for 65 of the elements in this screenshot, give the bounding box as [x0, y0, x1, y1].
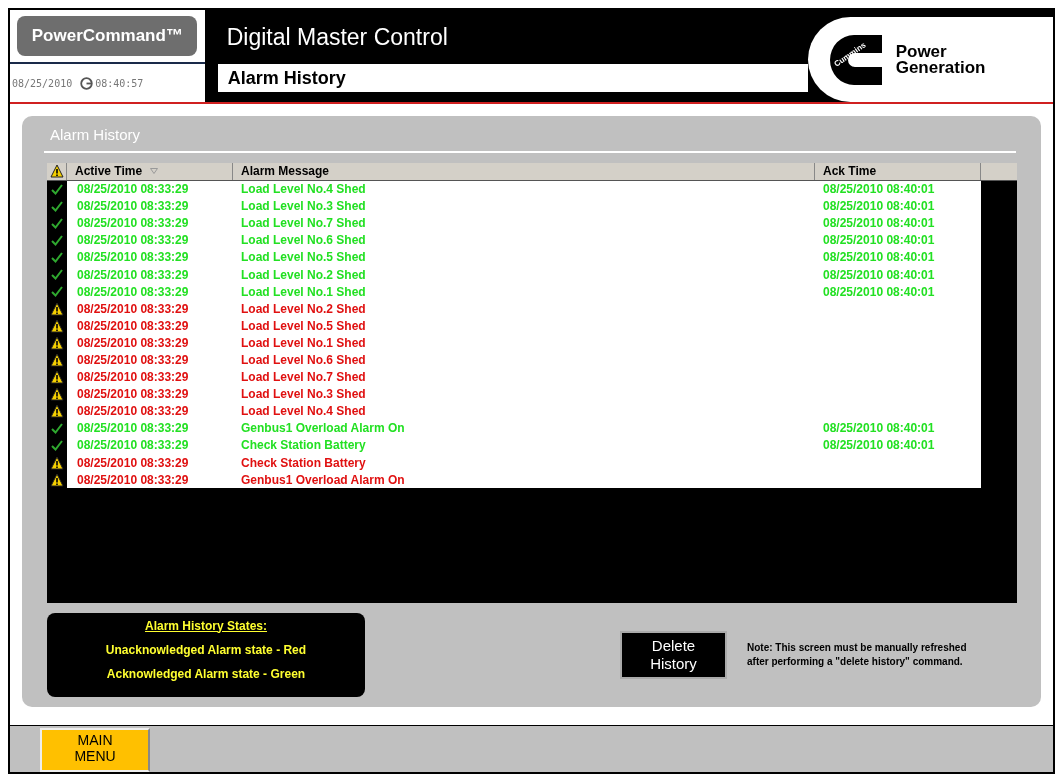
alarm-message-cell-text: Load Level No.2 Shed: [240, 300, 367, 318]
active-time-cell-text: 08/25/2010 08:33:29: [76, 369, 190, 387]
active-time-cell-text: 08/25/2010 08:33:29: [76, 386, 190, 404]
ack-time-cell-text: 08/25/2010 08:40:01: [822, 198, 935, 216]
ack-time-cell-text: 08/25/2010 08:40:01: [822, 266, 935, 284]
alarm-message-cell-text: Load Level No.4 Shed: [240, 181, 367, 199]
ack-time-cell-text: 08/25/2010 08:40:01: [822, 181, 935, 199]
logo-text: Power: [895, 43, 948, 60]
alarm-message-cell-text: Load Level No.4 Shed: [240, 403, 367, 421]
alarm-message-cell-text: Genbus1 Overload Alarm On: [240, 420, 406, 438]
column-header[interactable]: Active Time: [67, 162, 233, 180]
alarm-message-cell-text: Load Level No.7 Shed: [240, 215, 367, 233]
active-time-cell-text: 08/25/2010 08:33:29: [76, 317, 190, 335]
active-time-cell-text: 08/25/2010 08:33:29: [76, 198, 190, 216]
legend-title: Alarm History States:: [144, 617, 267, 635]
logo-text: Generation: [895, 59, 986, 76]
date-text: 08/25/2010: [12, 76, 73, 91]
active-time-cell-text: 08/25/2010 08:33:29: [76, 215, 190, 233]
product-badge: PowerCommand™: [17, 16, 198, 56]
ack-time-cell-text: 08/25/2010 08:40:01: [822, 283, 935, 301]
alarm-message-cell-text: Check Station Battery: [240, 437, 367, 455]
alarm-message-cell-text: Load Level No.6 Shed: [240, 352, 367, 369]
alarm-message-cell-text: Genbus1 Overload Alarm On: [240, 471, 406, 489]
ack-time-cell-text: 08/25/2010 08:40:01: [822, 437, 935, 455]
ack-time-cell-text: 08/25/2010 08:40:01: [822, 249, 935, 267]
active-time-cell-text: 08/25/2010 08:33:29: [76, 181, 190, 199]
active-time-cell-text: 08/25/2010 08:33:29: [76, 249, 190, 267]
delete-history-button[interactable]: Delete History: [620, 630, 727, 679]
alarm-message-cell-text: Load Level No.2 Shed: [240, 266, 367, 284]
active-time-cell-text: 08/25/2010 08:33:29: [76, 283, 190, 301]
legend-text: Unacknowledged Alarm state - Red: [105, 641, 307, 659]
active-time-cell-text: 08/25/2010 08:33:29: [76, 352, 190, 369]
alarm-message-cell-text: Load Level No.5 Shed: [240, 249, 367, 267]
active-time-cell-text: 08/25/2010 08:33:29: [76, 471, 190, 489]
active-time-cell-text: 08/25/2010 08:33:29: [76, 266, 190, 284]
alarm-message-cell-text: Load Level No.5 Shed: [240, 317, 367, 335]
active-time-cell-text: 08/25/2010 08:33:29: [76, 403, 190, 421]
alarm-message-cell-text: Load Level No.7 Shed: [240, 369, 367, 387]
time-text: 08:40:57: [95, 76, 144, 91]
alarm-message-cell-text: Load Level No.1 Shed: [240, 334, 367, 352]
alarm-message-cell-text: Load Level No.1 Shed: [240, 283, 367, 301]
ack-time-cell-text: 08/25/2010 08:40:01: [822, 232, 935, 250]
active-time-cell-text: 08/25/2010 08:33:29: [76, 420, 190, 438]
column-header[interactable]: Ack Time: [815, 162, 981, 180]
alarm-message-cell-text: Load Level No.6 Shed: [240, 232, 367, 250]
alarm-message-cell-text: Load Level No.3 Shed: [240, 198, 367, 216]
active-time-cell-text: 08/25/2010 08:33:29: [76, 437, 190, 455]
note-text: Note: This screen must be manually refreshed after performing a "delete history" command.: [747, 640, 967, 669]
app-title: Digital Master Control: [226, 22, 448, 52]
active-time-cell-text: 08/25/2010 08:33:29: [76, 232, 190, 250]
ack-time-cell-text: 08/25/2010 08:40:01: [822, 215, 935, 233]
legend-text: Acknowledged Alarm state - Green: [106, 665, 306, 683]
main-menu-button[interactable]: MAIN MENU: [40, 728, 150, 772]
clock-icon: [80, 76, 94, 90]
ack-time-cell-text: 08/25/2010 08:40:01: [822, 420, 935, 438]
column-header[interactable]: Alarm Message: [233, 162, 815, 180]
alarm-message-cell-text: Check Station Battery: [240, 454, 367, 472]
screen-title-bar: Alarm History: [217, 64, 808, 92]
alarm-message-cell-text: Load Level No.3 Shed: [240, 386, 367, 404]
active-time-cell-text: 08/25/2010 08:33:29: [76, 300, 190, 318]
warning-icon: [49, 164, 64, 178]
panel-title: Alarm History: [50, 125, 141, 145]
active-time-cell-text: 08/25/2010 08:33:29: [76, 454, 190, 472]
logo-c-icon: [829, 34, 882, 85]
active-time-cell-text: 08/25/2010 08:33:29: [76, 334, 190, 352]
